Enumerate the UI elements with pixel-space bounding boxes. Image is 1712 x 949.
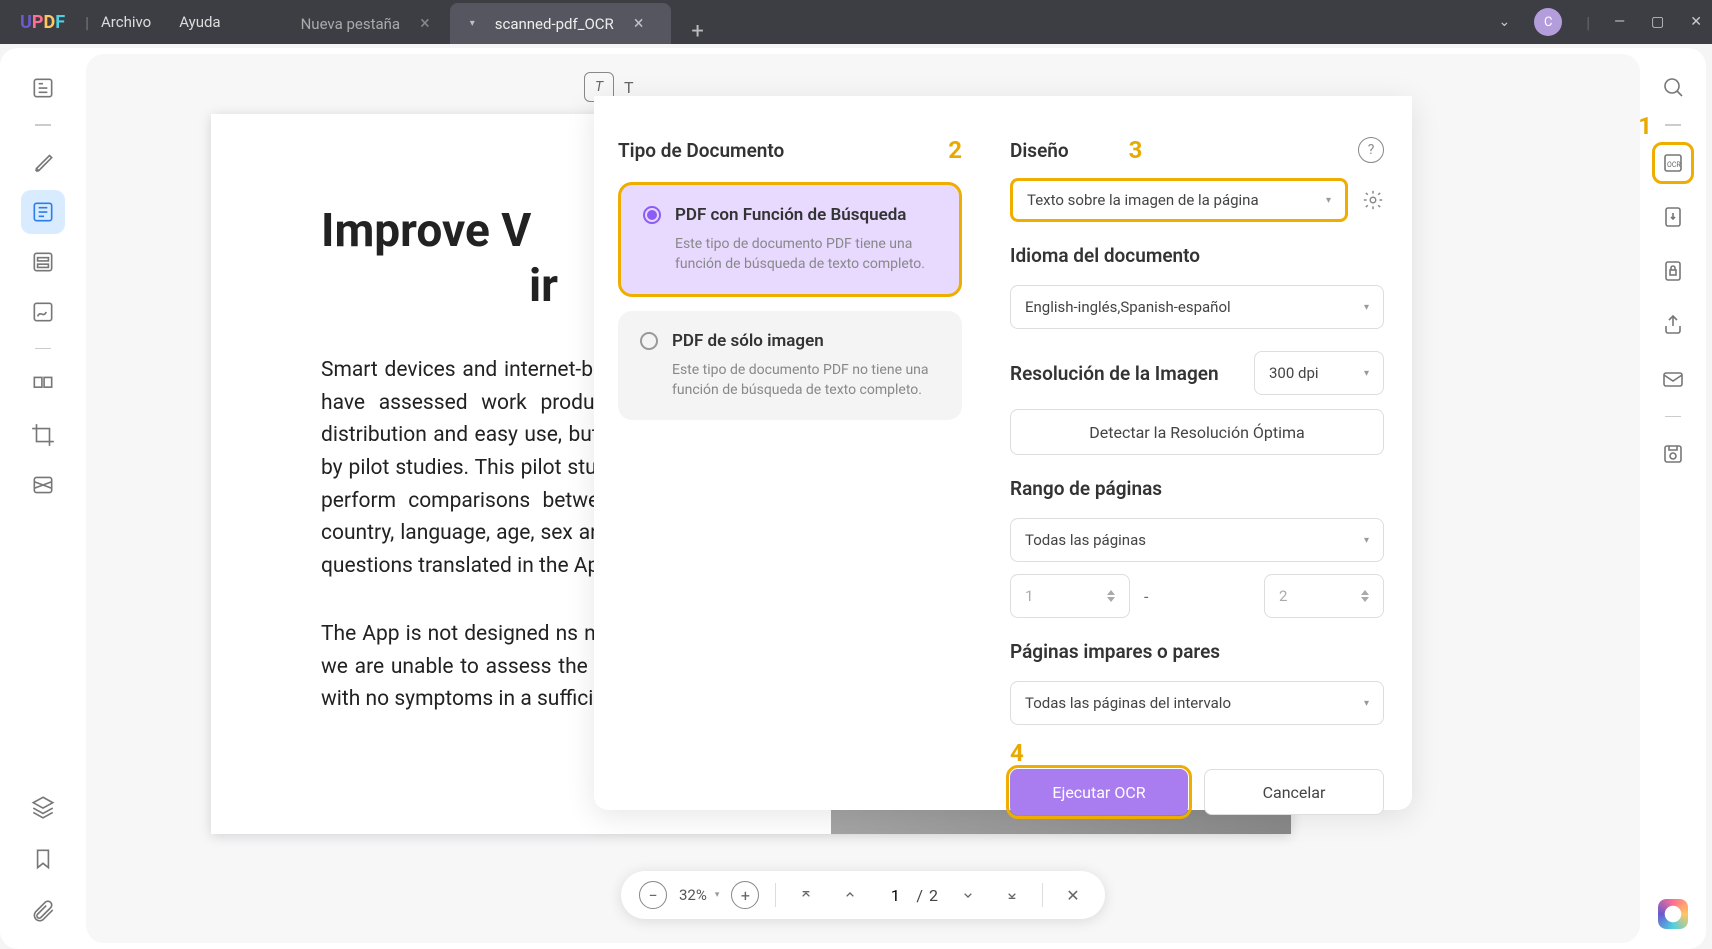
tab-label: Nueva pestaña xyxy=(301,15,401,33)
option-desc: Este tipo de documento PDF no tiene una … xyxy=(672,361,940,400)
ai-assistant-icon[interactable] xyxy=(1658,899,1688,929)
close-window-icon[interactable]: ✕ xyxy=(1690,14,1702,30)
main-area: T T Improve V ir Smart devices and inter… xyxy=(0,48,1706,949)
ocr-panel: Tipo de Documento 2 PDF con Función de B… xyxy=(594,96,1412,810)
option-label: PDF de sólo imagen xyxy=(672,331,824,351)
tab-dropdown-icon[interactable]: ▾ xyxy=(470,18,475,29)
app-logo: UPDF xyxy=(0,12,85,33)
zoom-out-button[interactable]: − xyxy=(639,881,667,909)
annotation-3: 3 xyxy=(1129,136,1143,164)
layers-icon[interactable] xyxy=(21,785,65,829)
range-select[interactable]: Todas las páginas▾ xyxy=(1010,518,1384,562)
menu-archivo[interactable]: Archivo xyxy=(101,13,151,31)
resolution-heading: Resolución de la Imagen xyxy=(1010,362,1219,385)
search-icon[interactable] xyxy=(1652,66,1694,108)
share-icon[interactable] xyxy=(1652,304,1694,346)
design-heading: Diseño xyxy=(1010,139,1069,162)
last-page-button[interactable] xyxy=(998,881,1026,909)
menu-ayuda[interactable]: Ayuda xyxy=(179,13,220,31)
next-page-button[interactable] xyxy=(954,881,982,909)
ocr-icon[interactable]: OCR xyxy=(1652,142,1694,184)
first-page-button[interactable] xyxy=(792,881,820,909)
oddeven-select[interactable]: Todas las páginas del intervalo▾ xyxy=(1010,681,1384,725)
annotation-2: 2 xyxy=(948,136,962,164)
option-desc: Este tipo de documento PDF tiene una fun… xyxy=(675,235,937,274)
main-menu: Archivo Ayuda xyxy=(101,13,221,31)
gear-icon[interactable] xyxy=(1362,189,1384,211)
document-tabs: Nueva pestaña × ▾ scanned-pdf_OCR × + xyxy=(281,0,704,44)
email-icon[interactable] xyxy=(1652,358,1694,400)
reader-icon[interactable] xyxy=(21,66,65,110)
redact-icon[interactable] xyxy=(21,463,65,507)
minimize-icon[interactable]: — xyxy=(1614,14,1625,30)
resolution-select[interactable]: 300 dpi▾ xyxy=(1254,351,1384,395)
page-input[interactable] xyxy=(880,886,910,905)
radio-on-icon xyxy=(643,206,661,224)
svg-text:OCR: OCR xyxy=(1667,161,1681,169)
new-tab-button[interactable]: + xyxy=(691,19,703,44)
annotation-1: 1 xyxy=(1638,112,1652,140)
edit-text-icon[interactable] xyxy=(21,190,65,234)
annotation-4: 4 xyxy=(1010,739,1024,767)
range-separator: - xyxy=(1144,587,1148,606)
avatar[interactable]: C xyxy=(1534,8,1562,36)
tab-nueva-pestana[interactable]: Nueva pestaña × xyxy=(281,3,450,44)
right-toolbar: OCR xyxy=(1640,48,1706,949)
sign-icon[interactable] xyxy=(21,290,65,334)
detect-resolution-button[interactable]: Detectar la Resolución Óptima xyxy=(1010,409,1384,455)
option-label: PDF con Función de Búsqueda xyxy=(675,205,906,225)
zoom-in-button[interactable]: + xyxy=(731,881,759,909)
range-heading: Rango de páginas xyxy=(1010,477,1384,500)
chevron-down-icon[interactable]: ⌄ xyxy=(1498,14,1510,30)
left-toolbar xyxy=(0,48,86,949)
range-from-input[interactable]: 1 xyxy=(1010,574,1130,618)
prev-page-button[interactable] xyxy=(836,881,864,909)
save-icon[interactable] xyxy=(1652,433,1694,475)
close-icon[interactable]: × xyxy=(420,13,430,34)
zoom-dropdown[interactable]: 32%▾ xyxy=(679,886,719,904)
maximize-icon[interactable]: ▢ xyxy=(1651,14,1664,30)
radio-off-icon xyxy=(640,332,658,350)
option-searchable-pdf[interactable]: PDF con Función de Búsqueda Este tipo de… xyxy=(618,182,962,297)
form-icon[interactable] xyxy=(21,240,65,284)
page-indicator: / 2 xyxy=(880,886,938,905)
bookmark-icon[interactable] xyxy=(21,837,65,881)
option-image-only-pdf[interactable]: PDF de sólo imagen Este tipo de document… xyxy=(618,311,962,420)
close-icon[interactable]: × xyxy=(634,13,644,34)
tab-label: scanned-pdf_OCR xyxy=(495,15,614,33)
close-toolbar-button[interactable]: ✕ xyxy=(1059,881,1087,909)
tab-scanned-pdf[interactable]: ▾ scanned-pdf_OCR × xyxy=(450,3,672,44)
oddeven-heading: Páginas impares o pares xyxy=(1010,640,1384,663)
bottom-toolbar: − 32%▾ + / 2 ✕ xyxy=(621,871,1105,919)
highlight-icon[interactable] xyxy=(21,140,65,184)
doc-type-heading: Tipo de Documento xyxy=(618,139,784,162)
cancel-button[interactable]: Cancelar xyxy=(1204,769,1384,815)
design-select[interactable]: Texto sobre la imagen de la página▾ xyxy=(1010,178,1348,222)
language-select[interactable]: English-inglés,Spanish-español▾ xyxy=(1010,285,1384,329)
compress-icon[interactable] xyxy=(1652,196,1694,238)
attachment-icon[interactable] xyxy=(21,889,65,933)
protect-icon[interactable] xyxy=(1652,250,1694,292)
crop-icon[interactable] xyxy=(21,413,65,457)
range-to-input[interactable]: 2 xyxy=(1264,574,1384,618)
run-ocr-button[interactable]: Ejecutar OCR xyxy=(1010,769,1188,815)
organize-icon[interactable] xyxy=(21,363,65,407)
titlebar: UPDF | Archivo Ayuda Nueva pestaña × ▾ s… xyxy=(0,0,1712,44)
help-icon[interactable]: ? xyxy=(1358,137,1384,163)
language-heading: Idioma del documento xyxy=(1010,244,1384,267)
